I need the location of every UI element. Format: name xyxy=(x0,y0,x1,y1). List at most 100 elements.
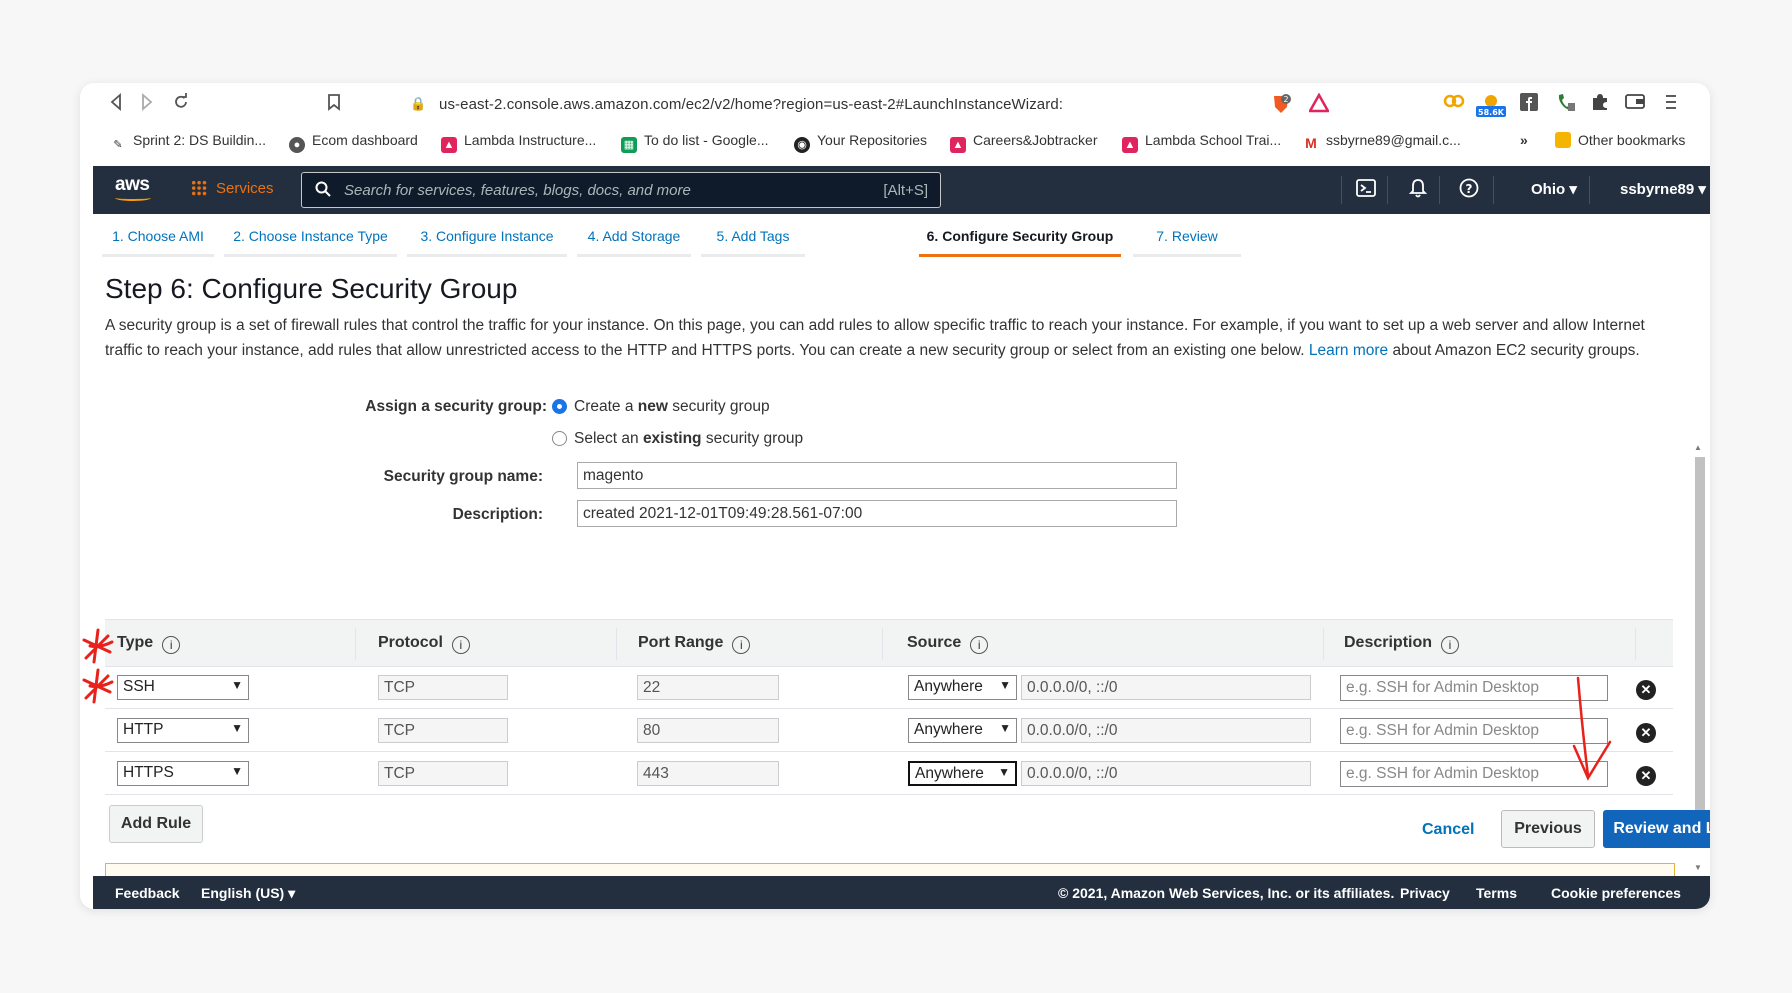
tab-review[interactable]: 7. Review xyxy=(1133,217,1241,257)
tab-choose-instance-type[interactable]: 2. Choose Instance Type xyxy=(224,217,397,257)
source-select[interactable]: Anywhere ▼ xyxy=(908,675,1017,700)
remove-rule-icon[interactable]: ✕ xyxy=(1636,766,1656,786)
port-range-field: 22 xyxy=(637,675,779,700)
phone-extension-icon[interactable] xyxy=(1555,93,1577,115)
account-menu[interactable]: ssbyrne89 ▾ xyxy=(1620,180,1706,198)
region-selector[interactable]: Ohio ▾ xyxy=(1531,180,1577,198)
radio-new-security-group[interactable] xyxy=(552,399,567,414)
port-range-field: 443 xyxy=(637,761,779,786)
bookmark-icon[interactable] xyxy=(323,93,345,115)
previous-button[interactable]: Previous xyxy=(1501,810,1595,848)
scrollbar[interactable]: ▲ ▼ xyxy=(1692,443,1706,873)
bookmark-item[interactable]: Mssbyrne89@gmail.c... xyxy=(1303,132,1461,151)
header-source: Source i xyxy=(907,634,989,654)
wallet-icon[interactable] xyxy=(1624,93,1646,115)
protocol-field: TCP xyxy=(378,761,508,786)
facebook-icon[interactable] xyxy=(1518,93,1540,115)
extension-counter-icon[interactable]: 58.6K xyxy=(1474,93,1508,117)
privacy-link[interactable]: Privacy xyxy=(1400,885,1450,901)
cloudshell-icon[interactable] xyxy=(1355,178,1377,200)
star-annotation-icon xyxy=(82,628,114,664)
cancel-button[interactable]: Cancel xyxy=(1422,821,1474,839)
extension-honey-icon[interactable] xyxy=(1443,93,1465,115)
forward-icon[interactable] xyxy=(136,93,158,115)
tab-configure-security-group[interactable]: 6. Configure Security Group xyxy=(919,217,1121,257)
tab-configure-instance[interactable]: 3. Configure Instance xyxy=(407,217,567,257)
info-icon[interactable]: i xyxy=(162,636,181,654)
description-label: Description: xyxy=(452,506,543,523)
source-select[interactable]: Anywhere ▼ xyxy=(908,718,1017,743)
services-menu[interactable]: Services xyxy=(191,180,274,197)
scrollbar-thumb[interactable] xyxy=(1695,457,1705,847)
type-select[interactable]: HTTPS ▼ xyxy=(117,761,249,786)
more-bookmarks-icon[interactable]: » xyxy=(1520,132,1528,148)
radio-existing-security-group[interactable] xyxy=(552,431,567,446)
bookmark-item[interactable]: ▲ Lambda School Trai... xyxy=(1122,132,1281,153)
sg-name-input[interactable]: magento xyxy=(577,462,1177,489)
add-rule-button[interactable]: Add Rule xyxy=(109,805,203,843)
bell-icon[interactable] xyxy=(1407,178,1429,200)
svg-text:?: ? xyxy=(1466,182,1473,196)
aws-footer: Feedback English (US) ▾ © 2021, Amazon W… xyxy=(93,876,1710,909)
info-icon[interactable]: i xyxy=(451,636,470,654)
info-icon[interactable]: i xyxy=(732,636,751,654)
learn-more-link[interactable]: Learn more xyxy=(1309,342,1388,359)
brave-shield-icon[interactable]: 2 xyxy=(1270,93,1292,115)
help-icon[interactable]: ? xyxy=(1458,178,1480,200)
rule-description-input[interactable]: e.g. SSH for Admin Desktop xyxy=(1340,761,1608,787)
cidr-field[interactable]: 0.0.0.0/0, ::/0 xyxy=(1021,761,1311,786)
language-selector[interactable]: English (US) ▾ xyxy=(201,885,295,902)
svg-text:2: 2 xyxy=(1283,95,1288,104)
protocol-field: TCP xyxy=(378,718,508,743)
extensions-puzzle-icon[interactable] xyxy=(1589,93,1611,115)
menu-icon[interactable] xyxy=(1660,93,1682,115)
scroll-up-icon[interactable]: ▲ xyxy=(1694,443,1702,452)
search-input[interactable]: Search for services, features, blogs, do… xyxy=(301,172,941,208)
bookmark-item[interactable]: Other bookmarks xyxy=(1555,132,1685,148)
browser-window: 🔒 us-east-2.console.aws.amazon.com/ec2/v… xyxy=(80,83,1710,909)
reload-icon[interactable] xyxy=(170,93,192,115)
table-row: HTTPS ▼ TCP 443 Anywhere ▼ 0.0.0.0/0, ::/0… xyxy=(105,753,1673,795)
bookmark-item[interactable]: ▲ Lambda Instructure... xyxy=(441,132,596,153)
info-icon[interactable]: i xyxy=(1441,636,1460,654)
table-row: HTTP ▼ TCP 80 Anywhere ▼ 0.0.0.0/0, ::/0 e… xyxy=(105,710,1673,752)
feedback-link[interactable]: Feedback xyxy=(115,885,180,901)
info-icon[interactable]: i xyxy=(970,636,989,654)
pen-icon: ✎ xyxy=(113,139,123,151)
tab-add-tags[interactable]: 5. Add Tags xyxy=(701,217,805,257)
grid-icon xyxy=(191,180,207,196)
type-select[interactable]: HTTP ▼ xyxy=(117,718,249,743)
github-icon: ◉ xyxy=(794,137,810,153)
table-row: SSH ▼ TCP 22 Anywhere ▼ 0.0.0.0/0, ::/0 e.… xyxy=(105,667,1673,709)
scroll-down-icon[interactable]: ▼ xyxy=(1694,863,1702,872)
bookmark-item[interactable]: ▲ Careers&Jobtracker xyxy=(950,132,1098,153)
remove-rule-icon[interactable]: ✕ xyxy=(1636,680,1656,700)
page-title: Step 6: Configure Security Group xyxy=(105,273,518,304)
type-select[interactable]: SSH ▼ xyxy=(117,675,249,700)
intro-text: A security group is a set of firewall ru… xyxy=(105,317,1645,359)
description-input[interactable]: created 2021-12-01T09:49:28.561-07:00 xyxy=(577,500,1177,527)
remove-rule-icon[interactable]: ✕ xyxy=(1636,723,1656,743)
rule-description-input[interactable]: e.g. SSH for Admin Desktop xyxy=(1340,675,1608,701)
bookmark-item[interactable]: ✎ Sprint 2: DS Buildin... xyxy=(110,132,266,153)
folder-icon xyxy=(1555,132,1571,148)
rule-description-input[interactable]: e.g. SSH for Admin Desktop xyxy=(1340,718,1608,744)
address-bar[interactable]: 🔒 us-east-2.console.aws.amazon.com/ec2/v… xyxy=(400,89,1420,120)
tab-add-storage[interactable]: 4. Add Storage xyxy=(577,217,691,257)
cidr-field[interactable]: 0.0.0.0/0, ::/0 xyxy=(1021,675,1311,700)
terms-link[interactable]: Terms xyxy=(1476,885,1517,901)
assign-label: Assign a security group: xyxy=(365,398,547,415)
cidr-field[interactable]: 0.0.0.0/0, ::/0 xyxy=(1021,718,1311,743)
cookie-preferences-link[interactable]: Cookie preferences xyxy=(1551,885,1681,901)
bookmark-item[interactable]: ▦ To do list - Google... xyxy=(621,132,769,153)
back-icon[interactable] xyxy=(105,93,127,115)
aws-logo[interactable]: aws xyxy=(115,174,151,201)
bookmark-item[interactable]: ● Ecom dashboard xyxy=(289,132,418,153)
bookmark-item[interactable]: ◉ Your Repositories xyxy=(794,132,927,153)
review-and-launch-button[interactable]: Review and Launch xyxy=(1603,810,1710,848)
bookmarks-bar: ✎ Sprint 2: DS Buildin... ● Ecom dashboard… xyxy=(80,126,1710,156)
tab-choose-ami[interactable]: 1. Choose AMI xyxy=(102,217,214,257)
brave-rewards-icon[interactable] xyxy=(1307,92,1331,115)
protocol-field: TCP xyxy=(378,675,508,700)
source-select[interactable]: Anywhere ▼ xyxy=(908,761,1017,786)
